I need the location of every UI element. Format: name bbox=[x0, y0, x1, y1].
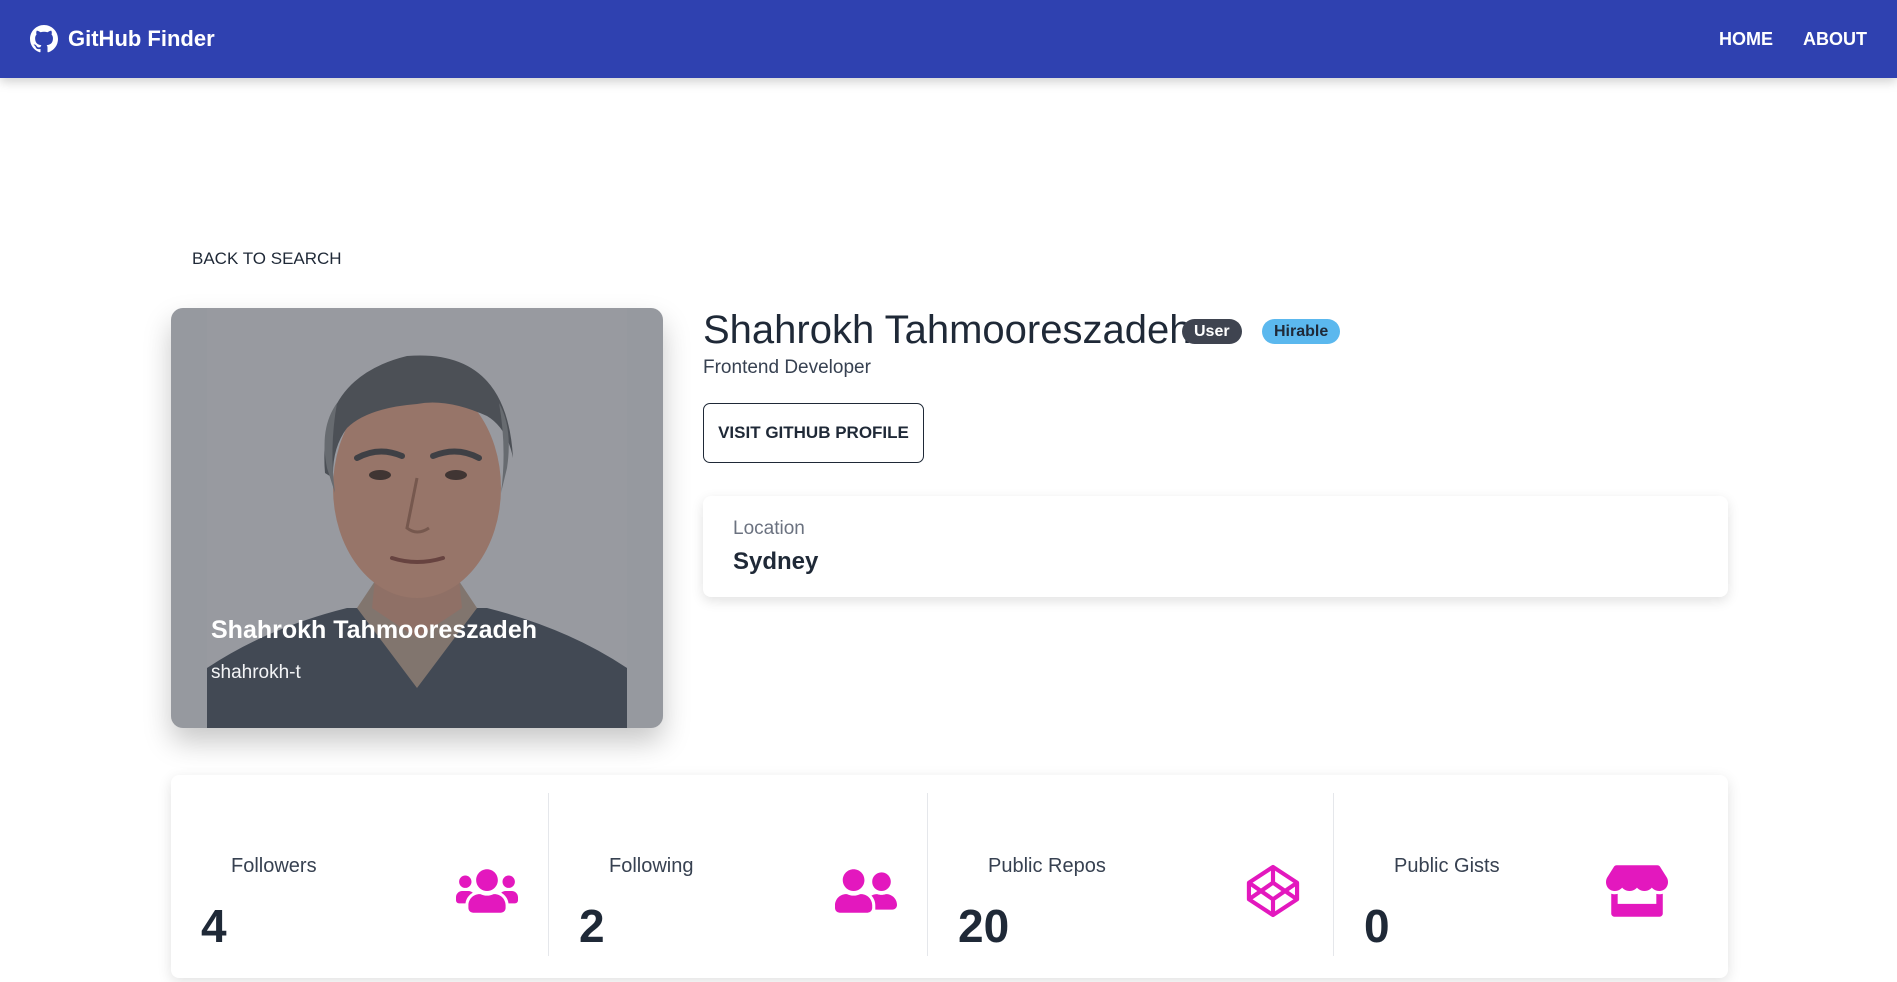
avatar-card: Shahrokh Tahmooreszadeh shahrokh-t bbox=[171, 308, 663, 728]
profile-bio: Frontend Developer bbox=[703, 357, 871, 378]
user-friends-icon bbox=[835, 863, 897, 919]
stat-value: 2 bbox=[579, 900, 605, 952]
nav-home-link[interactable]: HOME bbox=[1719, 29, 1773, 50]
stat-value: 0 bbox=[1364, 900, 1390, 952]
avatar-card-login: shahrokh-t bbox=[211, 662, 301, 683]
location-value: Sydney bbox=[733, 548, 819, 575]
brand-title: GitHub Finder bbox=[68, 26, 215, 51]
user-type-badge: User bbox=[1182, 319, 1242, 344]
stat-public-repos: Public Repos 20 bbox=[928, 793, 1333, 956]
navbar: GitHub Finder HOME ABOUT bbox=[0, 0, 1897, 78]
nav-about-link[interactable]: ABOUT bbox=[1803, 29, 1867, 50]
profile-name: Shahrokh Tahmooreszadeh bbox=[703, 308, 1192, 352]
stat-title: Public Repos bbox=[988, 855, 1106, 877]
location-card: Location Sydney bbox=[703, 496, 1728, 597]
brand-link[interactable]: GitHub Finder bbox=[30, 25, 215, 53]
stat-value: 20 bbox=[958, 900, 1010, 952]
users-icon bbox=[456, 863, 518, 919]
stat-public-gists: Public Gists 0 bbox=[1334, 793, 1728, 956]
store-icon bbox=[1606, 863, 1668, 919]
stat-title: Following bbox=[609, 855, 694, 877]
avatar-card-name: Shahrokh Tahmooreszadeh bbox=[211, 616, 537, 644]
stat-title: Public Gists bbox=[1394, 855, 1500, 877]
stat-title: Followers bbox=[231, 855, 317, 877]
stat-followers: Followers 4 bbox=[171, 793, 547, 956]
hirable-badge: Hirable bbox=[1262, 319, 1341, 344]
stat-value: 4 bbox=[201, 900, 227, 952]
stat-following: Following 2 bbox=[549, 793, 927, 956]
visit-github-profile-button[interactable]: VISIT GITHUB PROFILE bbox=[703, 403, 924, 463]
github-icon bbox=[30, 25, 58, 53]
stats-panel: Followers 4 Following 2 Public Repos 20 bbox=[171, 775, 1728, 978]
location-label: Location bbox=[733, 518, 805, 539]
nav-links: HOME ABOUT bbox=[1719, 29, 1867, 50]
back-to-search-link[interactable]: BACK TO SEARCH bbox=[192, 249, 342, 269]
codepen-icon bbox=[1242, 863, 1304, 919]
